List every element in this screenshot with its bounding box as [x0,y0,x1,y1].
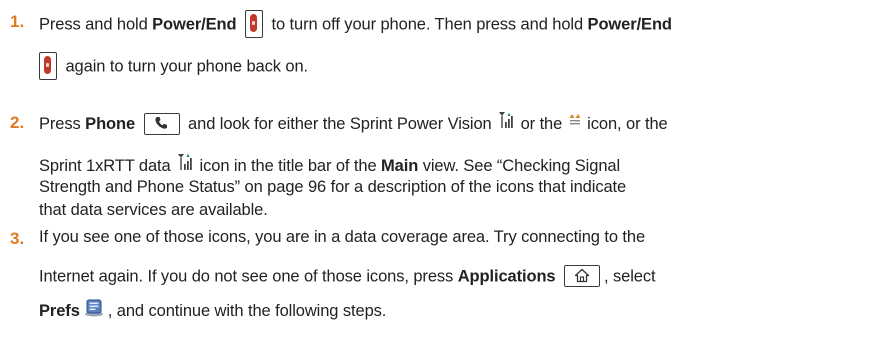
prefs-icon [83,297,105,322]
step-text: Internet again. If you do not see one of… [39,267,458,286]
step-text: and look for either the Sprint Power Vis… [183,114,497,133]
step-text: Sprint 1xRTT data [39,156,176,175]
app-name: Prefs [39,301,80,320]
data-arrows-icon [569,113,581,132]
power-end-key-icon [39,52,57,80]
step-text: , select [604,267,656,286]
step-line: If you see one of those icons, you are i… [39,228,645,247]
applications-home-key-icon [564,265,600,287]
step-text: Press and hold [39,15,153,34]
power-end-key-icon [245,10,264,38]
step-line: Press Phone and look for either the Spri… [39,112,668,137]
step-text: icon in the title bar of the [195,156,382,175]
step-line: again to turn your phone back on. [39,52,309,81]
phone-key-icon [143,112,180,135]
key-name: Applications [457,267,556,286]
key-name: Power/End [152,15,237,34]
step-line: Sprint 1xRTT data icon in the title bar … [39,152,621,179]
step-text: icon, or the [582,114,668,133]
step-text: again to turn your phone back on. [61,57,309,76]
step-line: that data services are available. [39,201,268,220]
step-line: Prefs , and continue with the following … [39,299,386,324]
view-name: Main [381,156,419,175]
sprint-power-vision-icon [498,110,514,135]
sprint-1xrtt-data-icon [177,152,193,177]
key-name: Phone [85,114,136,133]
step-number: 2. [10,113,25,132]
step-text: Press [39,114,86,133]
step-number: 1. [10,12,25,31]
step-text: If you see one of those icons, you are i… [39,228,646,246]
step-text: , and continue with the following steps. [107,301,387,320]
step-line: Internet again. If you do not see one of… [39,265,656,288]
step-text: to turn off your phone. Then press and h… [267,15,588,34]
step-line: Strength and Phone Status” on page 96 fo… [39,178,626,197]
step-text: that data services are available. [39,201,268,219]
step-text: Strength and Phone Status” on page 96 fo… [39,178,627,196]
step-line: Press and hold Power/End to turn off you… [39,10,672,39]
key-name: Power/End [587,15,672,34]
step-number: 3. [10,229,25,248]
document-page: 1. Press and hold Power/End to turn off … [0,0,872,339]
step-text: or the [516,114,567,133]
step-text: view. See “Checking Signal [418,156,621,175]
